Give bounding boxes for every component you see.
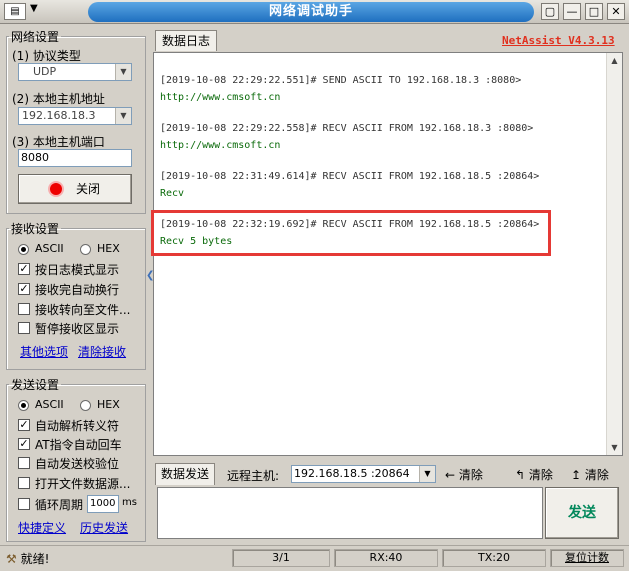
protocol-select[interactable]: UDP ▼: [18, 63, 132, 81]
checksum-label: 自动发送校验位: [35, 457, 120, 471]
send-toolbar: 数据发送 远程主机: 192.168.18.5 :20864 ▼ ← 清除 ↰ …: [153, 462, 623, 486]
pause-display-checkbox[interactable]: [18, 322, 30, 334]
remote-host-select[interactable]: 192.168.18.5 :20864 ▼: [291, 465, 436, 483]
send-hex-radio[interactable]: [80, 400, 91, 411]
receive-hex-radio[interactable]: [80, 244, 91, 255]
app-icon[interactable]: ▤: [4, 3, 26, 20]
parse-escape-checkbox[interactable]: ✓: [18, 419, 30, 431]
remote-host-label: 远程主机:: [227, 469, 280, 483]
record-icon: [49, 183, 62, 195]
remote-host-value: 192.168.18.5 :20864: [294, 467, 410, 480]
auto-newline-checkbox[interactable]: ✓: [18, 283, 30, 295]
file-source-checkbox[interactable]: [18, 477, 30, 489]
port-label: (3) 本地主机端口: [12, 135, 105, 149]
checksum-checkbox[interactable]: [18, 457, 30, 469]
clear-remote-button[interactable]: ← 清除: [445, 466, 483, 483]
pause-display-label: 暂停接收区显示: [35, 322, 120, 336]
log-scrollbar[interactable]: ▲ ▼: [606, 53, 622, 455]
send-ascii-radio[interactable]: [18, 400, 29, 411]
hammer-icon: ⚒: [6, 552, 17, 566]
window-title: 网络调试助手: [88, 2, 534, 22]
return-arrow-icon: ↰: [515, 468, 526, 482]
send-input[interactable]: [157, 487, 543, 539]
chevron-down-icon[interactable]: ▼: [115, 108, 131, 124]
redirect-file-checkbox[interactable]: [18, 303, 30, 315]
clear-all-label: 清除: [584, 468, 609, 482]
clear-all-button[interactable]: ↥ 清除: [571, 466, 609, 483]
status-ready-text: 就绪!: [20, 552, 50, 566]
tab-data-log[interactable]: 数据日志: [155, 30, 217, 51]
port-input[interactable]: 8080: [18, 149, 132, 167]
receive-settings-title: 接收设置: [11, 222, 60, 236]
send-button[interactable]: 发送: [545, 487, 619, 539]
loop-period-checkbox[interactable]: [18, 498, 30, 510]
tab-data-send[interactable]: 数据发送: [155, 463, 215, 485]
status-bar: ⚒ 就绪! 3/1 RX:40 TX:20 复位计数: [0, 545, 629, 571]
log-body: Recv: [160, 188, 185, 199]
log-mode-label: 按日志模式显示: [35, 263, 120, 277]
log-header: [2019-10-08 22:29:22.558]# RECV ASCII FR…: [160, 123, 534, 134]
host-select[interactable]: 192.168.18.3 ▼: [18, 107, 132, 125]
system-menu-arrow-icon[interactable]: ▼: [30, 3, 38, 14]
send-hex-label: HEX: [97, 398, 120, 411]
close-connection-label: 关闭: [75, 182, 100, 196]
host-label: (2) 本地主机地址: [12, 92, 105, 106]
maximize-button[interactable]: □: [585, 3, 603, 20]
host-value: 192.168.18.3: [22, 109, 96, 122]
log-header: [2019-10-08 22:29:22.551]# SEND ASCII TO…: [160, 75, 522, 86]
status-rx: RX:40: [334, 549, 438, 567]
send-ascii-label: ASCII: [35, 398, 64, 411]
arrow-up-icon: ↥: [571, 468, 582, 482]
log-body: http://www.cmsoft.cn: [160, 140, 281, 151]
log-header: [2019-10-08 22:31:49.614]# RECV ASCII FR…: [160, 171, 540, 182]
at-enter-checkbox[interactable]: ✓: [18, 438, 30, 450]
shortcut-define-link[interactable]: 快捷定义: [18, 519, 66, 536]
brand-link[interactable]: NetAssist V4.3.13: [502, 34, 615, 47]
loop-period-unit: ms: [122, 497, 137, 508]
protocol-value: UDP: [33, 65, 57, 78]
chevron-down-icon[interactable]: ▼: [419, 466, 435, 482]
pin-icon[interactable]: ▢: [541, 3, 559, 20]
arrow-left-icon: ←: [445, 468, 456, 482]
status-ready: ⚒ 就绪!: [6, 550, 49, 567]
auto-newline-label: 接收完自动换行: [35, 283, 120, 297]
status-tx: TX:20: [442, 549, 546, 567]
clear-receive-link[interactable]: 清除接收: [78, 343, 126, 360]
loop-period-label: 循环周期: [35, 498, 84, 512]
more-options-link[interactable]: 其他选项: [20, 343, 68, 360]
clear-send-button[interactable]: ↰ 清除: [515, 466, 553, 483]
scroll-down-icon[interactable]: ▼: [607, 440, 622, 455]
at-enter-label: AT指令自动回车: [35, 438, 122, 452]
close-connection-button[interactable]: 关闭: [18, 174, 132, 204]
receive-ascii-radio[interactable]: [18, 244, 29, 255]
close-window-button[interactable]: ✕: [607, 3, 625, 20]
title-bar: ▤ ▼ 网络调试助手 ▢ — □ ✕: [0, 0, 629, 24]
clear-remote-label: 清除: [458, 468, 483, 482]
file-source-label: 打开文件数据源...: [35, 477, 131, 491]
status-page: 3/1: [232, 549, 330, 567]
log-body: http://www.cmsoft.cn: [160, 92, 281, 103]
receive-hex-label: HEX: [97, 242, 120, 255]
loop-period-input[interactable]: 1000: [87, 495, 119, 513]
redirect-file-label: 接收转向至文件...: [35, 303, 131, 317]
highlight-box: [151, 210, 551, 256]
network-settings-title: 网络设置: [11, 30, 60, 44]
parse-escape-label: 自动解析转义符: [35, 419, 120, 433]
minimize-button[interactable]: —: [563, 3, 581, 20]
send-settings-title: 发送设置: [11, 378, 60, 392]
chevron-down-icon[interactable]: ▼: [115, 64, 131, 80]
scroll-up-icon[interactable]: ▲: [607, 53, 622, 68]
history-send-link[interactable]: 历史发送: [80, 519, 128, 536]
receive-ascii-label: ASCII: [35, 242, 64, 255]
protocol-label: (1) 协议类型: [12, 49, 81, 63]
reset-count-button[interactable]: 复位计数: [550, 549, 624, 567]
clear-send-label: 清除: [528, 468, 553, 482]
log-mode-checkbox[interactable]: ✓: [18, 263, 30, 275]
